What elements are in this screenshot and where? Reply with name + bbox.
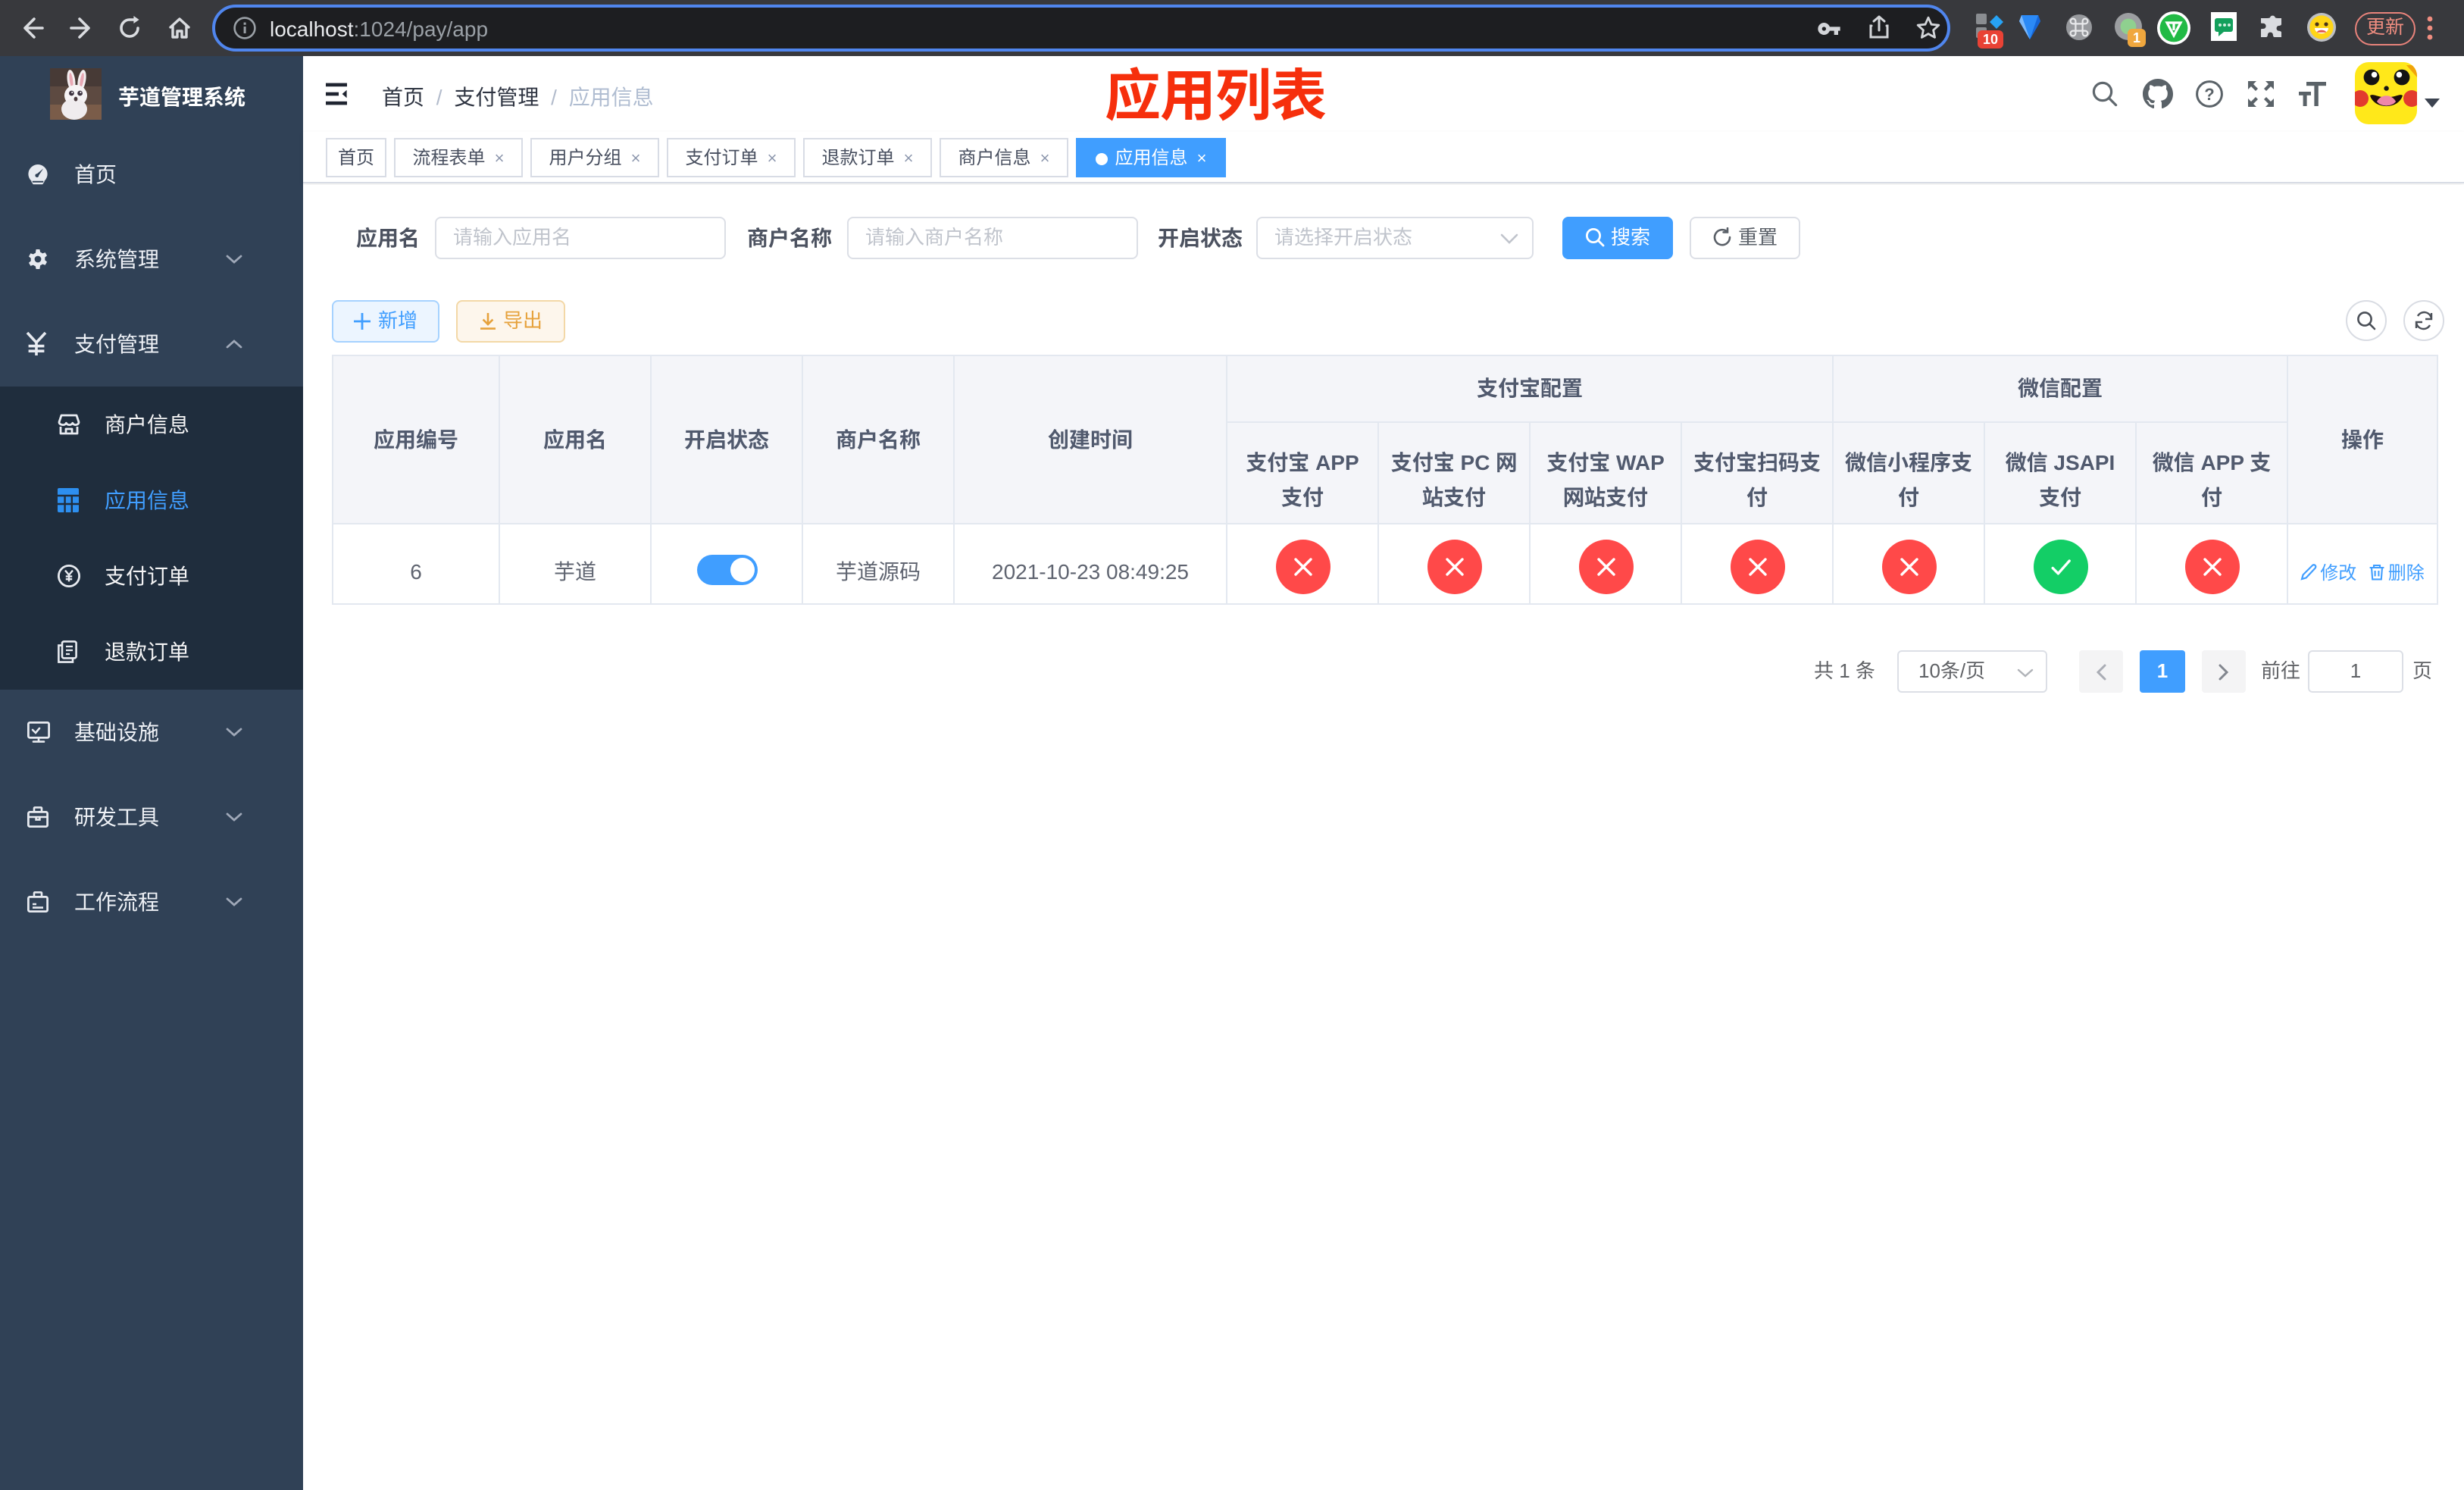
svg-text:?: ? — [2204, 85, 2214, 104]
